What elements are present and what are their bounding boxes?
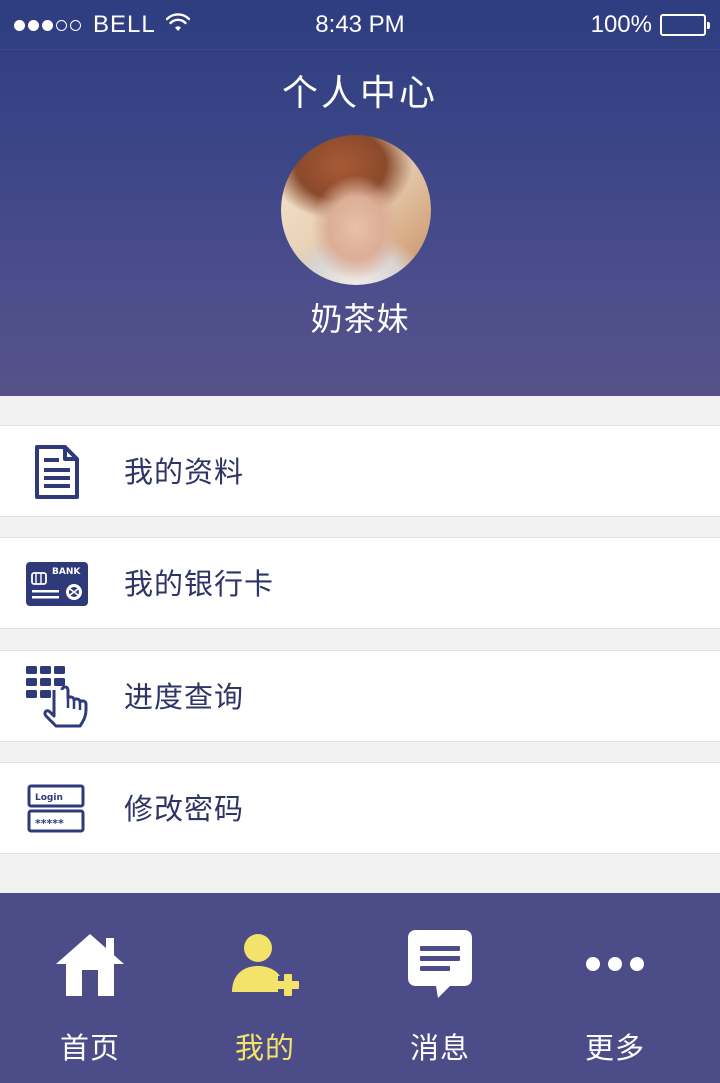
keypad-touch-icon [22, 665, 92, 729]
menu-item-my-profile[interactable]: 我的资料 [0, 425, 720, 517]
status-bar: BELL 8:43 PM 100% [0, 0, 720, 50]
profile-header: BELL 8:43 PM 100% 个人中心 奶茶妹 [0, 0, 720, 396]
tab-messages[interactable]: 消息 [350, 893, 530, 1083]
battery-percent: 100% [590, 11, 652, 38]
login-password-icon: Login ***** [22, 777, 92, 841]
battery-icon [660, 14, 710, 36]
tab-mine[interactable]: 我的 [175, 893, 355, 1083]
bank-card-icon: BANK [22, 552, 92, 616]
screen: BELL 8:43 PM 100% 个人中心 奶茶妹 我的资料 BANK 我的银… [0, 0, 720, 1083]
tab-home[interactable]: 首页 [0, 893, 180, 1083]
tab-bar: 首页 我的 消息 更多 [0, 893, 720, 1083]
tab-label: 首页 [59, 1031, 120, 1065]
login-text: Login [35, 793, 63, 803]
message-icon [350, 929, 530, 999]
menu-item-label: 我的资料 [124, 455, 245, 489]
password-mask-text: ***** [35, 817, 64, 830]
home-icon [0, 929, 180, 999]
tab-more[interactable]: 更多 [525, 893, 705, 1083]
tab-label: 更多 [584, 1031, 645, 1065]
menu-item-label: 我的银行卡 [124, 567, 275, 601]
menu-item-change-password[interactable]: Login ***** 修改密码 [0, 762, 720, 854]
document-icon [22, 440, 92, 504]
status-right: 100% [590, 11, 710, 39]
bank-card-text: BANK [52, 567, 81, 577]
menu-item-progress-query[interactable]: 进度查询 [0, 650, 720, 742]
more-icon [525, 929, 705, 999]
avatar[interactable] [281, 135, 431, 285]
user-add-icon [175, 929, 355, 999]
tab-label: 我的 [234, 1031, 295, 1065]
tab-label: 消息 [409, 1031, 470, 1065]
menu-item-bank-card[interactable]: BANK 我的银行卡 [0, 537, 720, 629]
menu-item-label: 修改密码 [124, 792, 245, 826]
menu-item-label: 进度查询 [124, 680, 245, 714]
username: 奶茶妹 [310, 300, 410, 338]
page-title: 个人中心 [281, 73, 438, 114]
